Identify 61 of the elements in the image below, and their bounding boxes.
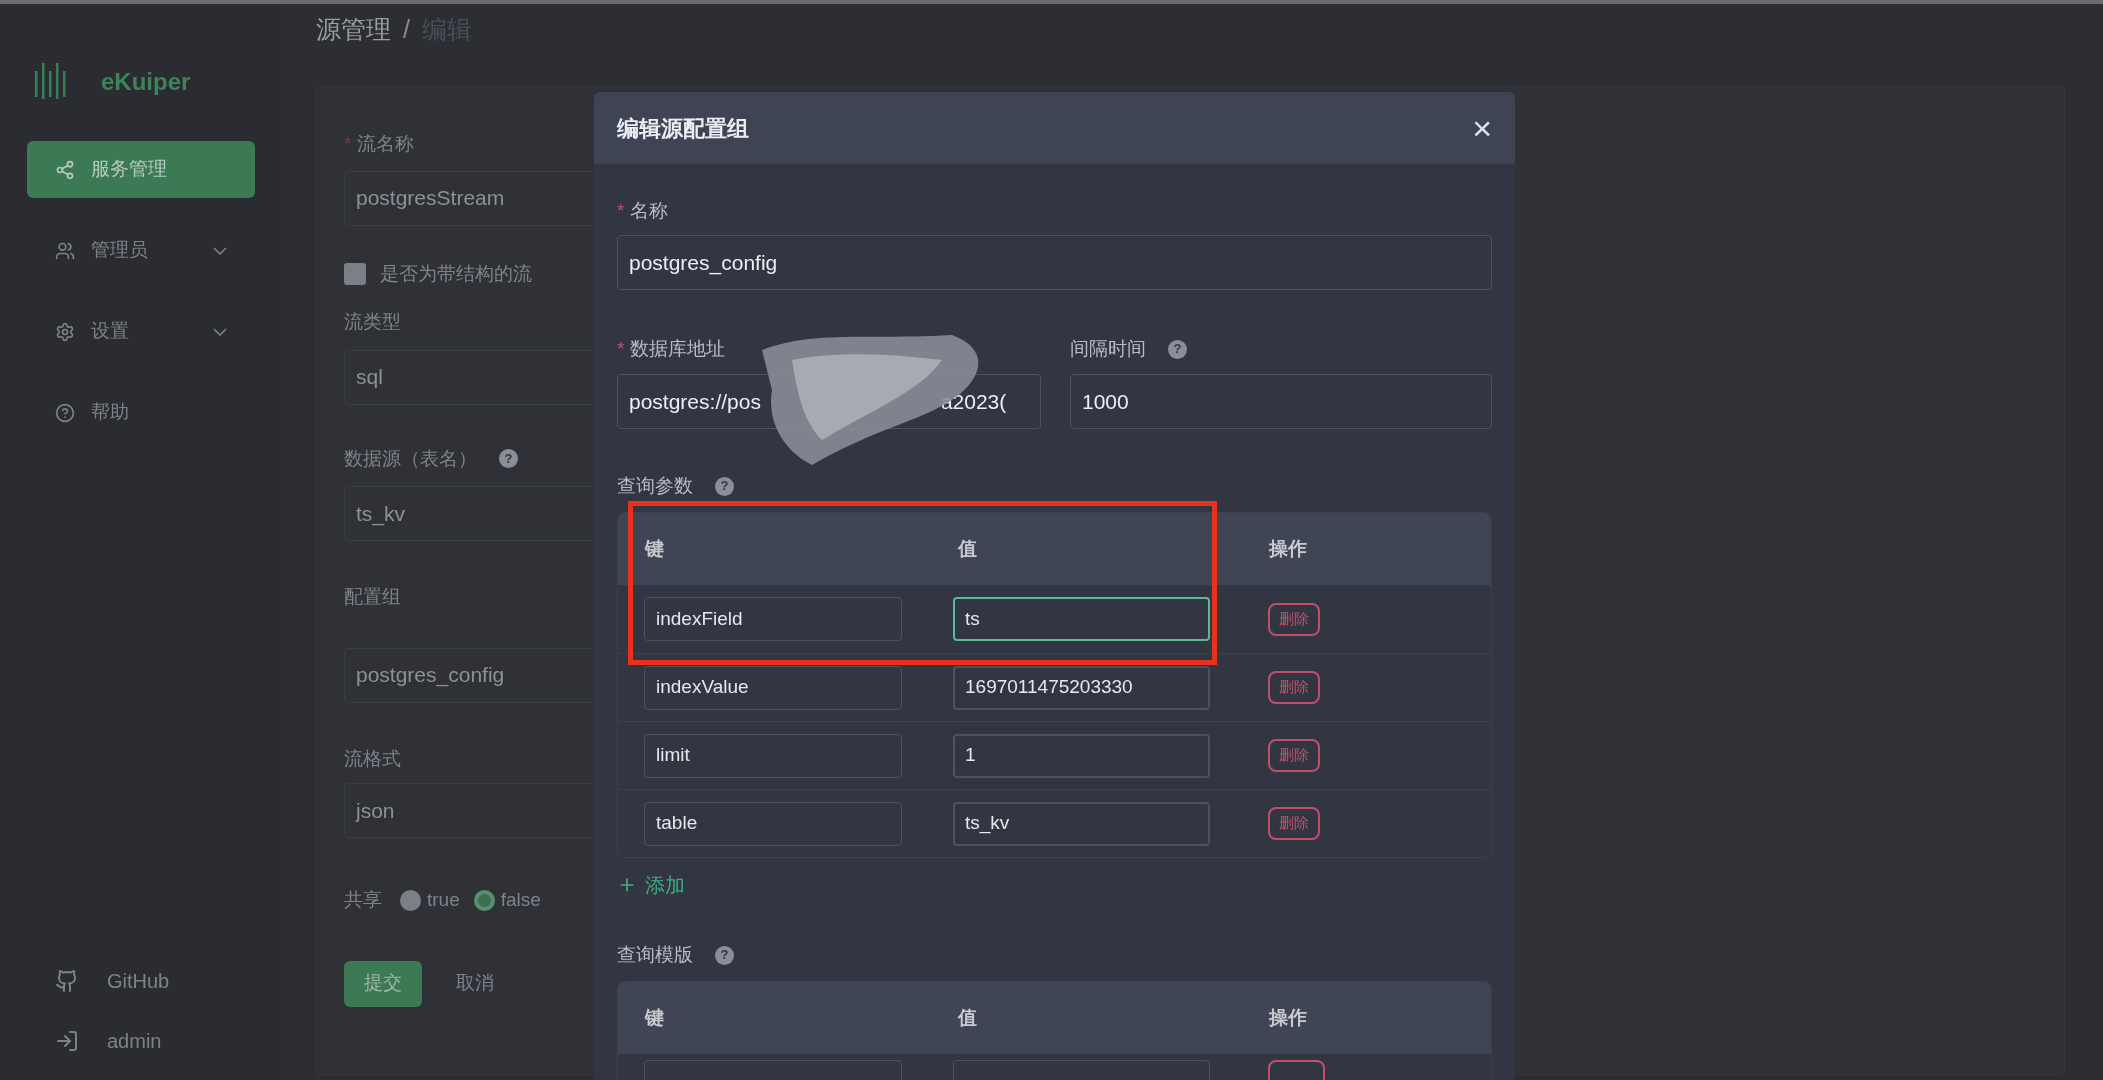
sidebar-item[interactable]: 设置	[27, 303, 255, 360]
field-label: 间隔时间	[1070, 336, 1146, 361]
key-input-field[interactable]: table	[644, 801, 902, 846]
close-button[interactable]: ×	[1472, 111, 1492, 145]
delete-button[interactable]: 删除	[1268, 807, 1320, 840]
value-input-field[interactable]: 1	[953, 733, 1210, 778]
column-header: 键	[645, 1005, 665, 1030]
field-label: 数据源（表名）	[344, 446, 477, 471]
menu-item-label: 设置	[91, 319, 130, 344]
breadcrumb-separator: /	[403, 14, 410, 46]
help-icon: ?	[499, 449, 518, 469]
footer-link[interactable]: admin	[55, 1026, 255, 1056]
value-input-field[interactable]: 1697011475203330	[953, 665, 1210, 710]
field-label: 流名称	[357, 132, 415, 156]
column-header: 操作	[1269, 536, 1308, 561]
help-icon: ?	[715, 945, 734, 965]
delete-button[interactable]: 删除	[1268, 602, 1320, 636]
section-label: 查询模版	[617, 942, 693, 967]
sidebar-item[interactable]: 管理员	[27, 222, 255, 279]
field-label: 流格式	[344, 746, 401, 771]
delete-button[interactable]: 删除	[1268, 671, 1320, 704]
value-input-field[interactable]: ts_kv	[953, 801, 1210, 846]
sidebar-item[interactable]: 帮助	[27, 384, 255, 441]
breadcrumb-item[interactable]: 源管理	[316, 11, 391, 49]
sidebar-item[interactable]: 服务管理	[27, 141, 255, 198]
column-header: 值	[958, 1005, 978, 1030]
footer-link[interactable]: GitHub	[55, 966, 255, 996]
dialog-title: 编辑源配置组	[617, 114, 749, 143]
required-mark: *	[344, 132, 352, 156]
column-header: 值	[958, 536, 978, 561]
key-input-field[interactable]: limit	[644, 733, 902, 778]
delete-button[interactable]: 删除	[1268, 739, 1320, 772]
field-label: 配置组	[344, 585, 401, 609]
column-header: 键	[645, 536, 665, 561]
field-label: 流类型	[344, 310, 401, 334]
menu-item-label: 帮助	[91, 400, 130, 425]
field-label: 数据库地址	[630, 336, 726, 361]
value-input-field[interactable]: ts	[953, 597, 1210, 641]
radio-label: false	[500, 888, 541, 912]
add-button[interactable]: 添加	[617, 870, 685, 900]
interval-input-field[interactable]: 1000	[1070, 374, 1492, 429]
name-input-field[interactable]: postgres_config	[617, 235, 1492, 290]
field-value: a2023(	[940, 388, 1007, 415]
required-mark: *	[617, 198, 625, 223]
cancel-button[interactable]: 取消	[456, 969, 494, 998]
section-label: 查询参数	[617, 473, 693, 498]
field-value: postgres://pos	[629, 388, 761, 415]
help-icon: ?	[715, 476, 734, 496]
menu-item-label: 服务管理	[91, 157, 168, 182]
menu-item-label: 管理员	[91, 238, 149, 263]
checkbox-label: 是否为带结构的流	[380, 261, 532, 286]
key-input-field[interactable]: indexValue	[644, 665, 902, 710]
field-label: 名称	[630, 198, 669, 223]
help-icon: ?	[1168, 339, 1187, 359]
radio-label: true	[427, 888, 460, 912]
field-label: 共享	[344, 888, 382, 912]
column-header: 操作	[1269, 1005, 1308, 1030]
logo-text: eKuiper	[101, 67, 191, 97]
required-mark: *	[617, 336, 625, 361]
submit-button[interactable]: 提交	[344, 960, 422, 1007]
key-input-field[interactable]: indexField	[644, 597, 902, 641]
